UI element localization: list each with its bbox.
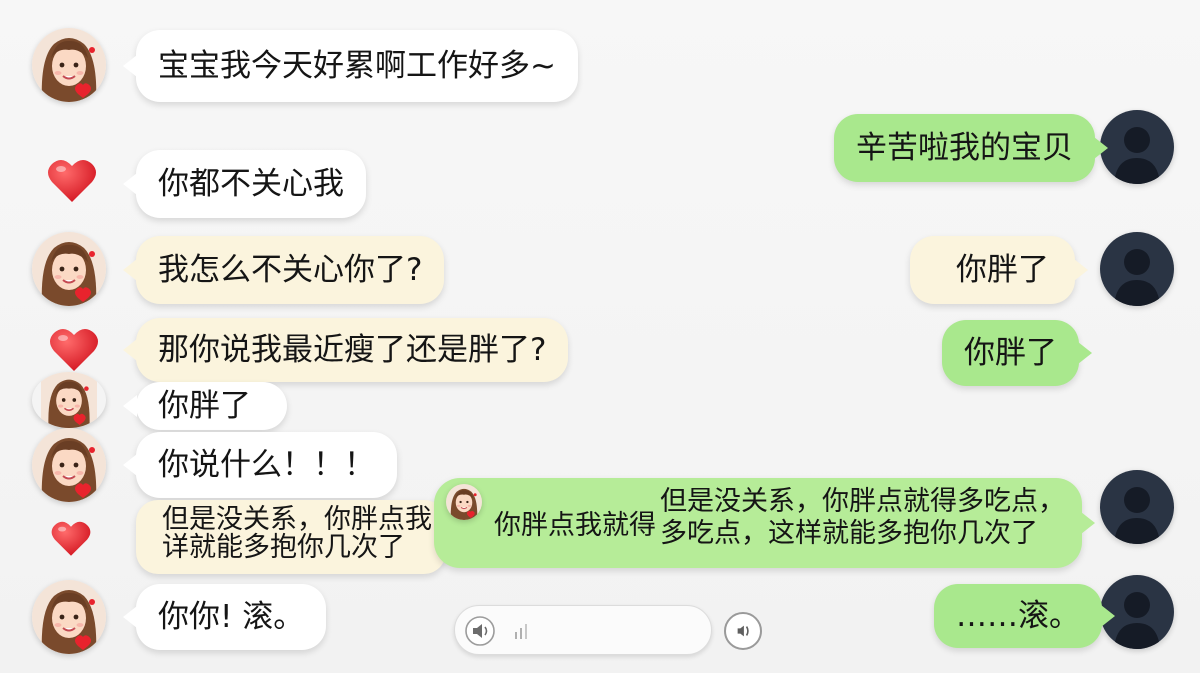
- message-text: 辛苦啦我的宝贝: [856, 129, 1073, 166]
- girl-avatar-icon[interactable]: [32, 372, 106, 428]
- message-bubble[interactable]: 你你! 滚。: [122, 584, 327, 650]
- heart-icon: [50, 518, 92, 558]
- girl-avatar-icon[interactable]: [32, 580, 106, 654]
- message-bubble[interactable]: 但是没关系，你胖点我， 详就能多抱你几次了: [136, 500, 459, 574]
- girl-avatar-icon[interactable]: [32, 28, 106, 102]
- message-bubble[interactable]: 你都不关心我: [123, 150, 366, 218]
- message-text: 我怎么不关心你了?: [158, 251, 423, 288]
- message-text: 宝宝我今天好累啊工作好多~: [158, 47, 556, 84]
- message-text: 你胖了: [956, 251, 1049, 288]
- silhouette-avatar-icon[interactable]: [1100, 110, 1174, 184]
- girl-avatar-icon[interactable]: [32, 232, 106, 306]
- voice-play-icon[interactable]: [724, 612, 762, 650]
- message-text: 但是没关系，你胖点就得多吃点，: [660, 486, 1065, 517]
- heart-icon: [46, 156, 98, 204]
- message-bubble[interactable]: 辛苦啦我的宝贝: [834, 114, 1108, 182]
- speaker-icon[interactable]: [465, 616, 495, 646]
- message-text: 你你! 滚。: [158, 598, 305, 635]
- message-text: 你说什么！！！: [158, 446, 375, 483]
- chat-screen: 宝宝我今天好累啊工作好多~ 辛苦啦我的宝贝 你都不关心我 我怎么不关心你了? 你…: [0, 0, 1200, 673]
- message-bubble[interactable]: 你胖点我就得 但是没关系，你胖点就得多吃点， 多吃点，这样就能多抱你几次了: [434, 478, 1095, 568]
- girl-avatar-icon[interactable]: [32, 428, 106, 502]
- girl-avatar-icon: [446, 484, 482, 520]
- heart-icon: [48, 325, 100, 373]
- message-bubble[interactable]: 你说什么！！！: [123, 432, 397, 498]
- message-text: 你胖了: [964, 334, 1057, 371]
- message-text: 你都不关心我: [158, 165, 344, 202]
- silhouette-avatar-icon[interactable]: [1100, 232, 1174, 306]
- voice-message-bar[interactable]: [454, 605, 712, 655]
- message-bubble[interactable]: ……滚。: [934, 584, 1115, 648]
- message-text: 你胖点我就得: [494, 510, 656, 541]
- message-bubble[interactable]: 宝宝我今天好累啊工作好多~: [123, 30, 578, 102]
- message-bubble[interactable]: 我怎么不关心你了?: [122, 236, 445, 304]
- message-bubble[interactable]: 你胖了: [123, 382, 287, 430]
- message-text: 详就能多抱你几次了: [162, 532, 405, 563]
- message-text: ……滚。: [956, 597, 1080, 634]
- message-text: 但是没关系，你胖点我，: [162, 504, 459, 535]
- message-bubble[interactable]: 那你说我最近瘦了还是胖了?: [122, 318, 569, 382]
- voice-wave-icon: [509, 616, 539, 646]
- silhouette-avatar-icon[interactable]: [1100, 470, 1174, 544]
- message-text: 多吃点，这样就能多抱你几次了: [660, 518, 1038, 549]
- message-bubble[interactable]: 你胖了: [942, 320, 1092, 386]
- message-text: 那你说我最近瘦了还是胖了?: [158, 331, 547, 368]
- message-bubble[interactable]: 你胖了: [910, 236, 1088, 304]
- message-text: 你胖了: [158, 387, 251, 424]
